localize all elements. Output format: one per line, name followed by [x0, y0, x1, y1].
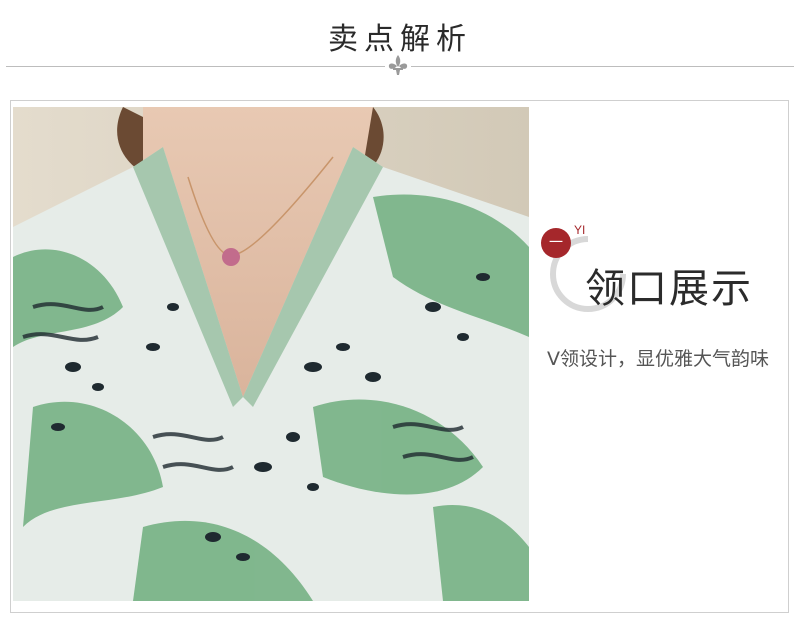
feature-description: V领设计，显优雅大气韵味: [547, 348, 769, 370]
section-title: 卖点解析: [328, 22, 472, 57]
feature-title: 领口展示: [585, 266, 753, 312]
feature-number-pinyin: YI: [574, 223, 586, 237]
product-photo: [13, 107, 529, 601]
fleur-de-lis-icon: [385, 54, 411, 76]
feature-number-badge: 一: [541, 228, 571, 258]
